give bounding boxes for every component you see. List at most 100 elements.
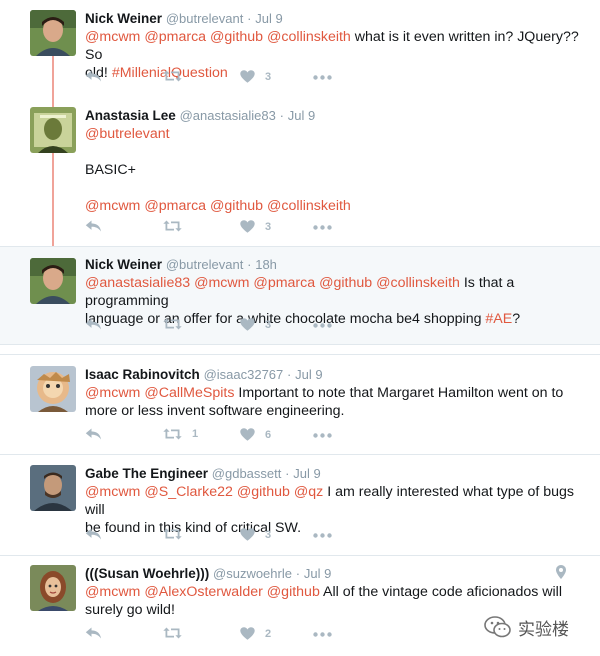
retweet-button[interactable] bbox=[163, 70, 192, 82]
tweet-timestamp[interactable]: Jul 9 bbox=[304, 566, 331, 581]
tweet-timestamp[interactable]: Jul 9 bbox=[255, 11, 282, 26]
tweet-actions: 2 bbox=[85, 627, 345, 647]
mention-link[interactable]: @collinskeith bbox=[267, 198, 351, 214]
retweet-icon bbox=[163, 220, 182, 232]
tweet-text: @butrelevant BASIC+ @mcwm @pmarca @githu… bbox=[85, 125, 588, 215]
mention-link[interactable]: @collinskeith bbox=[267, 29, 351, 45]
author-name[interactable]: Gabe The Engineer bbox=[85, 466, 208, 481]
divider bbox=[0, 354, 600, 355]
mention-link[interactable]: @github bbox=[210, 29, 263, 45]
avatar[interactable] bbox=[30, 107, 76, 153]
hashtag-link[interactable]: #AE bbox=[485, 311, 512, 327]
tweet-timestamp[interactable]: 18h bbox=[255, 257, 277, 272]
watermark: 实验楼 bbox=[484, 612, 600, 642]
author-handle[interactable]: @butrelevant bbox=[166, 11, 244, 26]
mention-link[interactable]: @mcwm bbox=[85, 198, 140, 214]
more-options-button[interactable] bbox=[313, 323, 332, 328]
author-handle[interactable]: @anastasialie83 bbox=[180, 108, 276, 123]
more-options-button[interactable] bbox=[313, 632, 332, 637]
reply-button[interactable] bbox=[85, 318, 102, 331]
avatar[interactable] bbox=[30, 10, 76, 56]
mention-link[interactable]: @github bbox=[210, 198, 263, 214]
avatar[interactable] bbox=[30, 258, 76, 304]
mention-link[interactable]: @mcwm bbox=[194, 275, 249, 291]
author-name[interactable]: Nick Weiner bbox=[85, 11, 162, 26]
heart-icon bbox=[240, 428, 255, 441]
more-icon bbox=[313, 533, 332, 538]
more-options-button[interactable] bbox=[313, 225, 332, 230]
author-handle[interactable]: @gdbassett bbox=[212, 466, 282, 481]
retweet-count: 1 bbox=[192, 428, 199, 440]
mention-link[interactable]: @mcwm bbox=[85, 29, 140, 45]
like-count: 3 bbox=[265, 70, 272, 83]
reply-button[interactable] bbox=[85, 428, 102, 441]
like-button[interactable]: 3 bbox=[240, 70, 271, 83]
tweet-actions: 3 bbox=[85, 70, 345, 90]
reply-button[interactable] bbox=[85, 528, 102, 541]
heart-icon bbox=[240, 627, 255, 640]
heart-icon bbox=[240, 528, 255, 541]
reply-button[interactable] bbox=[85, 627, 102, 640]
location-pin-icon[interactable] bbox=[556, 565, 566, 579]
mention-link[interactable]: @mcwm bbox=[85, 484, 140, 500]
tweet-text-segment: surely go wild! bbox=[85, 602, 175, 618]
retweet-button[interactable] bbox=[163, 318, 192, 330]
author-name[interactable]: Anastasia Lee bbox=[85, 108, 176, 123]
tweet-text-line: @butrelevant bbox=[85, 125, 588, 143]
tweet-timestamp[interactable]: Jul 9 bbox=[295, 367, 322, 382]
avatar[interactable] bbox=[30, 565, 76, 611]
reply-button[interactable] bbox=[85, 220, 102, 233]
mention-link[interactable]: @pmarca bbox=[144, 198, 206, 214]
mention-link[interactable]: @qz bbox=[294, 484, 323, 500]
like-button[interactable]: 6 bbox=[240, 428, 271, 441]
tweet-text-line bbox=[85, 179, 588, 197]
author-handle[interactable]: @butrelevant bbox=[166, 257, 244, 272]
like-button[interactable]: 3 bbox=[240, 318, 271, 331]
mention-link[interactable]: @S_Clarke22 bbox=[144, 484, 233, 500]
author-name[interactable]: Isaac Rabinovitch bbox=[85, 367, 200, 382]
mention-link[interactable]: @pmarca bbox=[144, 29, 206, 45]
mention-link[interactable]: @mcwm bbox=[85, 584, 140, 600]
mention-link[interactable]: @collinskeith bbox=[376, 275, 460, 291]
reply-icon bbox=[85, 627, 102, 640]
author-handle[interactable]: @suzwoehrle bbox=[213, 566, 292, 581]
like-button[interactable]: 3 bbox=[240, 220, 271, 233]
more-options-button[interactable] bbox=[313, 75, 332, 80]
mention-link[interactable]: @butrelevant bbox=[85, 126, 170, 142]
author-handle[interactable]: @isaac32767 bbox=[204, 367, 284, 382]
retweet-button[interactable] bbox=[163, 220, 192, 232]
avatar[interactable] bbox=[30, 465, 76, 511]
retweet-button[interactable] bbox=[163, 627, 192, 639]
more-options-button[interactable] bbox=[313, 533, 332, 538]
reply-icon bbox=[85, 318, 102, 331]
more-icon bbox=[313, 225, 332, 230]
mention-link[interactable]: @anastasialie83 bbox=[85, 275, 190, 291]
reply-icon bbox=[85, 220, 102, 233]
reply-button[interactable] bbox=[85, 70, 102, 83]
avatar[interactable] bbox=[30, 366, 76, 412]
retweet-icon bbox=[163, 528, 182, 540]
mention-link[interactable]: @github bbox=[267, 584, 320, 600]
mention-link[interactable]: @AlexOsterwalder bbox=[144, 584, 262, 600]
mention-link[interactable]: @mcwm bbox=[85, 385, 140, 401]
author-name[interactable]: Nick Weiner bbox=[85, 257, 162, 272]
tweet-timestamp[interactable]: Jul 9 bbox=[293, 466, 320, 481]
more-icon bbox=[313, 323, 332, 328]
tweet-text-line: @mcwm @pmarca @github @collinskeith bbox=[85, 197, 588, 215]
like-count: 6 bbox=[265, 428, 272, 441]
tweet-text-line bbox=[85, 143, 588, 161]
retweet-icon bbox=[163, 318, 182, 330]
author-name[interactable]: (((Susan Woehrle))) bbox=[85, 566, 209, 581]
like-button[interactable]: 2 bbox=[240, 627, 271, 640]
like-count: 3 bbox=[265, 220, 272, 233]
mention-link[interactable]: @github bbox=[319, 275, 372, 291]
tweet-timestamp[interactable]: Jul 9 bbox=[288, 108, 315, 123]
mention-link[interactable]: @CallMeSpits bbox=[144, 385, 234, 401]
mention-link[interactable]: @pmarca bbox=[253, 275, 315, 291]
tweet-text-line: @mcwm @pmarca @github @collinskeith what… bbox=[85, 28, 588, 64]
mention-link[interactable]: @github bbox=[237, 484, 290, 500]
retweet-button[interactable] bbox=[163, 528, 192, 540]
like-button[interactable]: 3 bbox=[240, 528, 271, 541]
more-options-button[interactable] bbox=[313, 433, 332, 438]
retweet-button[interactable]: 1 bbox=[163, 428, 198, 440]
